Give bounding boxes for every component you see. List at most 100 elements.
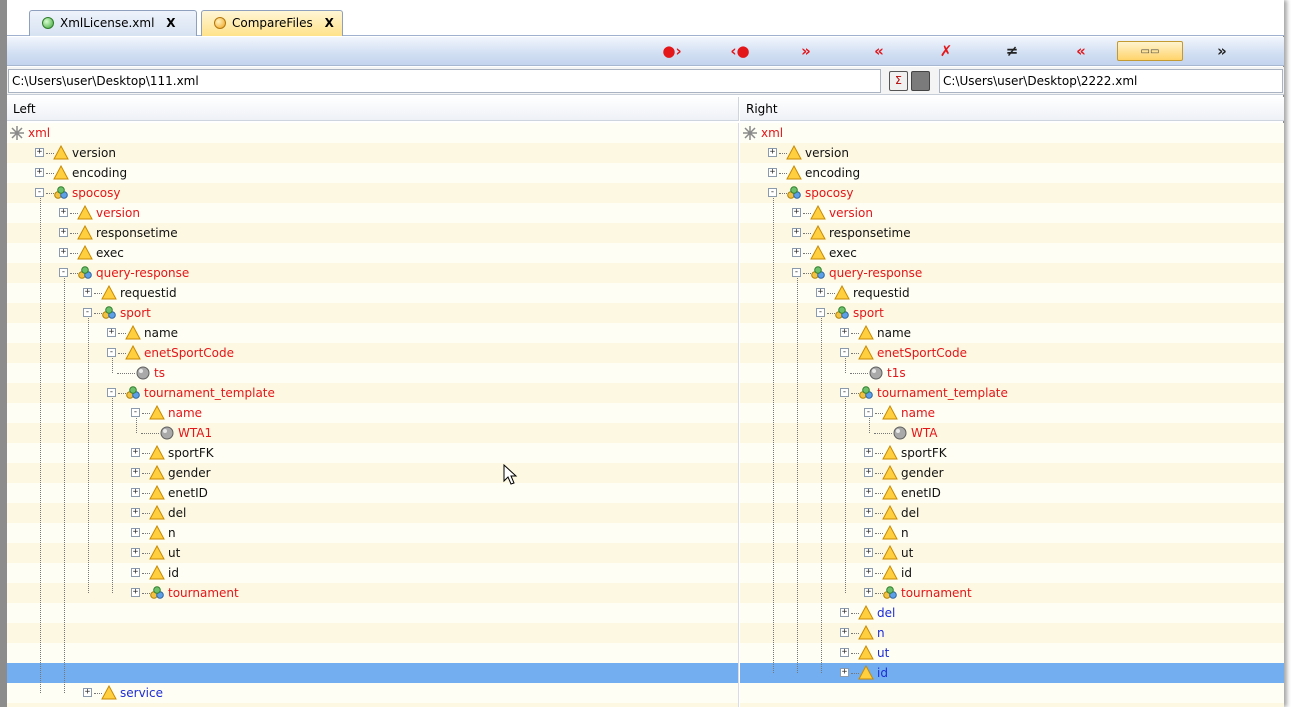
not-equal-icon[interactable]: ≠ [997,41,1027,61]
collapse-icon[interactable]: - [840,388,849,397]
expand-icon[interactable]: + [768,148,777,157]
collapse-icon[interactable]: - [816,308,825,317]
tree-node[interactable]: + del [7,503,738,523]
tree-node[interactable]: + exec [7,243,738,263]
expand-icon[interactable]: + [864,508,873,517]
tree-node[interactable]: + enetID [7,483,738,503]
expand-icon[interactable]: + [864,468,873,477]
expand-icon[interactable]: + [840,648,849,657]
expand-icon[interactable]: + [131,508,140,517]
tree-node[interactable]: + service [7,683,738,703]
expand-icon[interactable]: + [840,628,849,637]
collapse-icon[interactable]: - [840,348,849,357]
expand-icon[interactable]: + [864,548,873,557]
expand-icon[interactable]: + [864,488,873,497]
expand-icon[interactable]: + [840,608,849,617]
expand-icon[interactable]: + [864,568,873,577]
prev-diff-icon[interactable]: ‹● [725,41,755,61]
tree-node[interactable]: + gender [7,463,738,483]
swap-icon[interactable]: Σ [889,71,908,91]
expand-icon[interactable]: + [131,588,140,597]
expand-icon[interactable]: + [131,448,140,457]
expand-icon[interactable]: + [131,528,140,537]
expand-icon[interactable]: + [864,588,873,597]
tree-node[interactable]: - query-response [740,263,1284,283]
expand-icon[interactable]: + [131,568,140,577]
tree-node[interactable]: - enetSportCode [7,343,738,363]
collapse-icon[interactable]: - [35,188,44,197]
tree-node[interactable]: + encoding [7,163,738,183]
collapse-icon[interactable]: - [768,188,777,197]
tab-xmllicense[interactable]: XmlLicense.xml X [29,10,197,36]
tree-node[interactable]: + encoding [740,163,1284,183]
expand-icon[interactable]: + [107,328,116,337]
tree-node[interactable]: WTA1 [7,423,738,443]
tree-node[interactable]: + version [7,143,738,163]
expand-icon[interactable]: + [131,548,140,557]
empty-tree-row[interactable] [7,643,738,663]
collapse-icon[interactable]: - [107,388,116,397]
tab-comparefiles[interactable]: CompareFiles X [201,10,343,36]
right-tree[interactable]: xml + version + encoding - spocosy + version + res… [740,123,1284,707]
expand-icon[interactable]: + [83,288,92,297]
expand-icon[interactable]: + [59,208,68,217]
collapse-icon[interactable]: - [864,408,873,417]
tree-node[interactable]: + version [740,203,1284,223]
next-diff-icon[interactable]: ●› [657,41,687,61]
tree-node[interactable]: - query-response [7,263,738,283]
forward-icon[interactable]: » [1207,41,1237,61]
view-toggle-icon[interactable]: ▭▭ [1117,41,1183,61]
close-icon[interactable]: X [325,16,334,30]
tree-node[interactable]: - spocosy [740,183,1284,203]
expand-icon[interactable]: + [35,168,44,177]
tree-node[interactable]: + version [7,203,738,223]
collapse-icon[interactable]: - [792,268,801,277]
tree-node[interactable]: + n [7,523,738,543]
clear-icon[interactable]: ✗ [931,41,961,61]
expand-icon[interactable]: + [792,248,801,257]
right-path-field[interactable]: C:\Users\user\Desktop\2222.xml [939,69,1283,93]
save-icon[interactable] [911,71,930,91]
expand-icon[interactable]: + [35,148,44,157]
copy-right-icon[interactable]: » [791,41,821,61]
expand-icon[interactable]: + [59,248,68,257]
empty-tree-row[interactable] [7,603,738,623]
tree-node[interactable]: + responsetime [7,223,738,243]
expand-icon[interactable]: + [840,668,849,677]
tree-node[interactable]: ts [7,363,738,383]
tree-node[interactable]: - tournament_template [7,383,738,403]
tree-node[interactable]: + id [7,563,738,583]
expand-icon[interactable]: + [131,488,140,497]
expand-icon[interactable]: + [83,688,92,697]
tree-node[interactable]: + ut [7,543,738,563]
tree-node[interactable]: xml [740,123,1284,143]
tree-node[interactable]: + exec [740,243,1284,263]
previous-icon[interactable]: « [1066,41,1096,61]
collapse-icon[interactable]: - [131,408,140,417]
expand-icon[interactable]: + [131,468,140,477]
collapse-icon[interactable]: - [59,268,68,277]
collapse-icon[interactable]: - [83,308,92,317]
copy-left-icon[interactable]: « [864,41,894,61]
tree-node[interactable]: - sport [7,303,738,323]
expand-icon[interactable]: + [792,228,801,237]
empty-tree-row[interactable] [7,663,738,683]
expand-icon[interactable]: + [792,208,801,217]
empty-tree-row[interactable] [7,623,738,643]
left-tree[interactable]: xml + version + encoding - spocosy + version + res… [7,123,739,707]
expand-icon[interactable]: + [816,288,825,297]
tree-node[interactable]: + requestid [7,283,738,303]
left-path-field[interactable]: C:\Users\user\Desktop\111.xml [8,69,881,93]
tree-node[interactable]: + version [740,143,1284,163]
tree-node[interactable]: + name [7,323,738,343]
expand-icon[interactable]: + [864,528,873,537]
tree-node[interactable]: xml [7,123,738,143]
tree-node[interactable]: + tournament [7,583,738,603]
tree-node[interactable]: + responsetime [740,223,1284,243]
tree-node[interactable]: - name [7,403,738,423]
tree-node[interactable]: + sportFK [7,443,738,463]
expand-icon[interactable]: + [840,328,849,337]
expand-icon[interactable]: + [864,448,873,457]
tree-node[interactable]: + requestid [740,283,1284,303]
tree-node[interactable]: - spocosy [7,183,738,203]
